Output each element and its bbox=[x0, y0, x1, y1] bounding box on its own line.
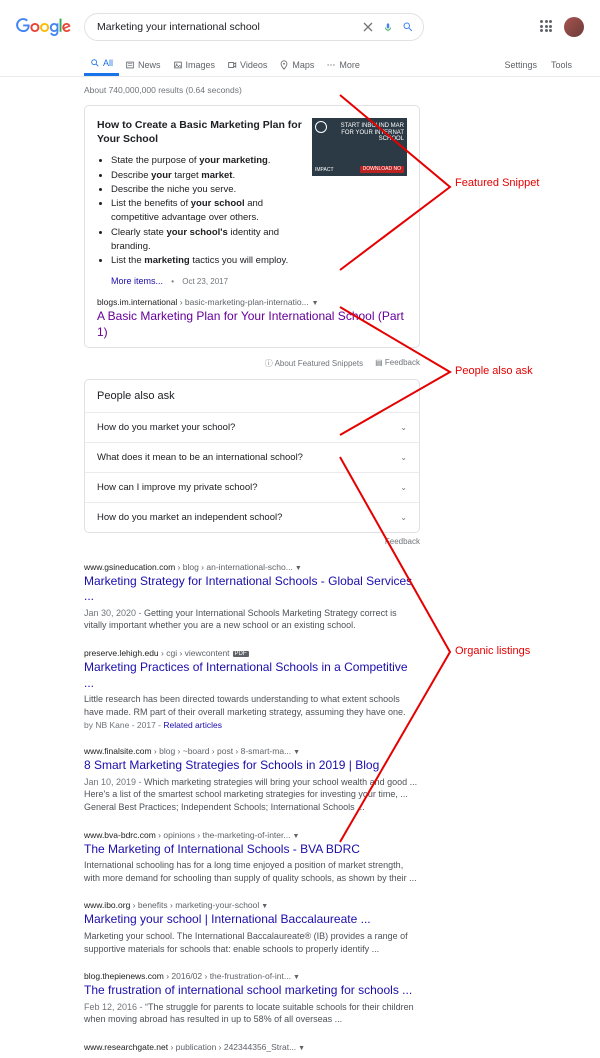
result-link[interactable]: 8 Smart Marketing Strategies for Schools… bbox=[84, 758, 420, 774]
snippet-bullet: Describe your target market. bbox=[111, 169, 304, 183]
snippet-bullet: State the purpose of your marketing. bbox=[111, 154, 304, 168]
snippet-bullet: Clearly state your school's identity and… bbox=[111, 226, 304, 255]
search-result: blog.thepienews.com › 2016/02 › the-frus… bbox=[84, 971, 420, 1026]
featured-snippet-card: How to Create a Basic Marketing Plan for… bbox=[84, 105, 420, 348]
result-link[interactable]: Marketing your school | International Ba… bbox=[84, 912, 420, 928]
search-result: www.ibo.org › benefits › marketing-your-… bbox=[84, 900, 420, 955]
snippet-bullet: Describe the niche you serve. bbox=[111, 183, 304, 197]
annotation-label: People also ask bbox=[455, 365, 533, 377]
snippet-thumbnail[interactable]: START INBOUND MAR FOR YOUR INTERNAT SCHO… bbox=[312, 118, 407, 176]
result-stats: About 740,000,000 results (0.64 seconds) bbox=[84, 85, 420, 95]
paa-question[interactable]: How do you market an independent school?… bbox=[85, 502, 419, 532]
chevron-down-icon: ⌄ bbox=[400, 453, 407, 462]
about-featured-snippets[interactable]: ⓘ About Featured Snippets bbox=[265, 358, 363, 369]
featured-snippet-title: How to Create a Basic Marketing Plan for… bbox=[97, 118, 304, 146]
avatar[interactable] bbox=[564, 17, 584, 37]
snippet-bullet: List the benefits of your school and com… bbox=[111, 197, 304, 226]
chevron-down-icon: ⌄ bbox=[400, 483, 407, 492]
annotation-label: Featured Snippet bbox=[455, 177, 539, 189]
search-result: www.finalsite.com › blog › ~board › post… bbox=[84, 746, 420, 813]
search-box[interactable] bbox=[84, 13, 424, 41]
snippet-date: Oct 23, 2017 bbox=[182, 277, 228, 286]
snippet-feedback[interactable]: ▤ Feedback bbox=[375, 358, 420, 369]
search-result: www.bva-bdrc.com › opinions › the-market… bbox=[84, 830, 420, 885]
annotation-label: Organic listings bbox=[455, 645, 530, 657]
result-link[interactable]: Marketing Practices of International Sch… bbox=[84, 660, 420, 691]
settings-link[interactable]: Settings bbox=[504, 60, 537, 70]
people-also-ask-card: People also ask How do you market your s… bbox=[84, 379, 420, 533]
related-articles-link[interactable]: Related articles bbox=[163, 720, 222, 730]
snippet-result-link[interactable]: A Basic Marketing Plan for Your Internat… bbox=[97, 309, 407, 340]
paa-question[interactable]: What does it mean to be an international… bbox=[85, 442, 419, 472]
paa-question[interactable]: How do you market your school?⌄ bbox=[85, 412, 419, 442]
search-result: www.researchgate.net › publication › 242… bbox=[84, 1042, 420, 1052]
search-icon[interactable] bbox=[401, 20, 415, 34]
clear-icon[interactable] bbox=[361, 20, 375, 34]
chevron-down-icon: ⌄ bbox=[400, 513, 407, 522]
search-result: preserve.lehigh.edu › cgi › viewcontentP… bbox=[84, 648, 420, 730]
paa-feedback[interactable]: Feedback bbox=[84, 537, 420, 546]
search-result: www.gsineducation.com › blog › an-intern… bbox=[84, 562, 420, 632]
tab-images[interactable]: Images bbox=[167, 53, 222, 76]
paa-question[interactable]: How can I improve my private school?⌄ bbox=[85, 472, 419, 502]
chevron-down-icon: ⌄ bbox=[400, 423, 407, 432]
tab-videos[interactable]: Videos bbox=[221, 53, 273, 76]
result-link[interactable]: The Marketing of International Schools -… bbox=[84, 842, 420, 858]
mic-icon[interactable] bbox=[381, 20, 395, 34]
tools-link[interactable]: Tools bbox=[551, 60, 572, 70]
result-link[interactable]: Marketing Strategy for International Sch… bbox=[84, 574, 420, 605]
google-logo[interactable] bbox=[16, 18, 71, 37]
snippet-breadcrumb: blogs.im.international › basic-marketing… bbox=[97, 297, 407, 307]
tab-more[interactable]: More bbox=[320, 53, 366, 76]
tab-all[interactable]: All bbox=[84, 53, 119, 76]
snippet-bullet: List the marketing tactics you will empl… bbox=[111, 254, 304, 268]
paa-title: People also ask bbox=[85, 380, 419, 412]
tab-maps[interactable]: Maps bbox=[273, 53, 320, 76]
tabs-row: All News Images Videos Maps More Setting… bbox=[0, 53, 600, 77]
more-items-link[interactable]: More items... bbox=[111, 276, 163, 286]
tab-news[interactable]: News bbox=[119, 53, 167, 76]
apps-icon[interactable] bbox=[540, 20, 554, 34]
result-link[interactable]: The frustration of international school … bbox=[84, 983, 420, 999]
search-input[interactable] bbox=[97, 21, 355, 33]
